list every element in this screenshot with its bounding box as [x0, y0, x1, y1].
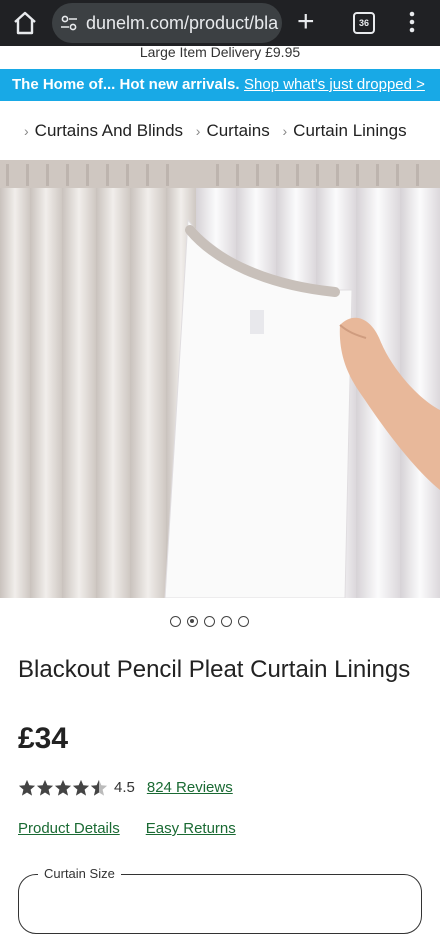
info-links: Product Details Easy Returns: [18, 820, 236, 837]
product-details-link[interactable]: Product Details: [18, 820, 120, 837]
chevron-right-icon: ›: [282, 123, 288, 139]
star-rating: [18, 777, 108, 799]
product-image[interactable]: [0, 160, 440, 598]
star-icon: [36, 779, 54, 796]
promo-banner: The Home of... Hot new arrivals. Shop wh…: [0, 69, 440, 101]
new-tab-icon[interactable]: +: [297, 7, 315, 37]
url-text: dunelm.com/product/bla: [86, 13, 279, 33]
gallery-dot[interactable]: [170, 616, 181, 627]
gallery-pagination: [170, 614, 255, 630]
promo-message: The Home of... Hot new arrivals.: [12, 76, 240, 93]
curtain-size-label: Curtain Size: [38, 866, 121, 881]
reviews-link[interactable]: 824 Reviews: [147, 779, 233, 796]
star-half-icon: [90, 779, 108, 796]
breadcrumb-item[interactable]: Curtains And Blinds: [35, 121, 183, 140]
product-title: Blackout Pencil Pleat Curtain Linings: [18, 656, 411, 683]
gallery-dot-active[interactable]: [187, 616, 198, 627]
breadcrumb-item[interactable]: Curtains: [206, 121, 269, 140]
chevron-right-icon: ›: [195, 123, 201, 139]
curtain-photo: [0, 160, 440, 598]
curtain-size-select[interactable]: [18, 874, 422, 934]
address-bar[interactable]: dunelm.com/product/bla: [52, 3, 282, 43]
breadcrumb-item[interactable]: Curtain Linings: [293, 121, 406, 140]
more-menu-icon[interactable]: [408, 10, 416, 34]
chevron-right-icon: ›: [24, 123, 29, 139]
delivery-text: Large Item Delivery £9.95: [139, 46, 301, 60]
browser-toolbar: dunelm.com/product/bla + 36: [0, 0, 440, 46]
product-price: £34: [18, 722, 69, 755]
product-rating: 4.5 824 Reviews: [18, 777, 233, 799]
easy-returns-link[interactable]: Easy Returns: [146, 820, 236, 837]
star-icon: [72, 779, 90, 796]
delivery-banner: Large Item Delivery £9.95: [0, 46, 440, 64]
tab-switcher-button[interactable]: 36: [353, 12, 375, 34]
gallery-dot[interactable]: [204, 616, 215, 627]
rating-value: 4.5: [114, 779, 135, 796]
gallery-dot[interactable]: [221, 616, 232, 627]
promo-link[interactable]: Shop what's just dropped >: [244, 69, 425, 101]
star-icon: [18, 779, 36, 796]
site-settings-icon[interactable]: [60, 14, 78, 32]
breadcrumb: › Curtains And Blinds › Curtains › Curtain …: [24, 118, 415, 144]
home-icon[interactable]: [12, 11, 38, 35]
star-icon: [54, 779, 72, 796]
gallery-dot[interactable]: [238, 616, 249, 627]
